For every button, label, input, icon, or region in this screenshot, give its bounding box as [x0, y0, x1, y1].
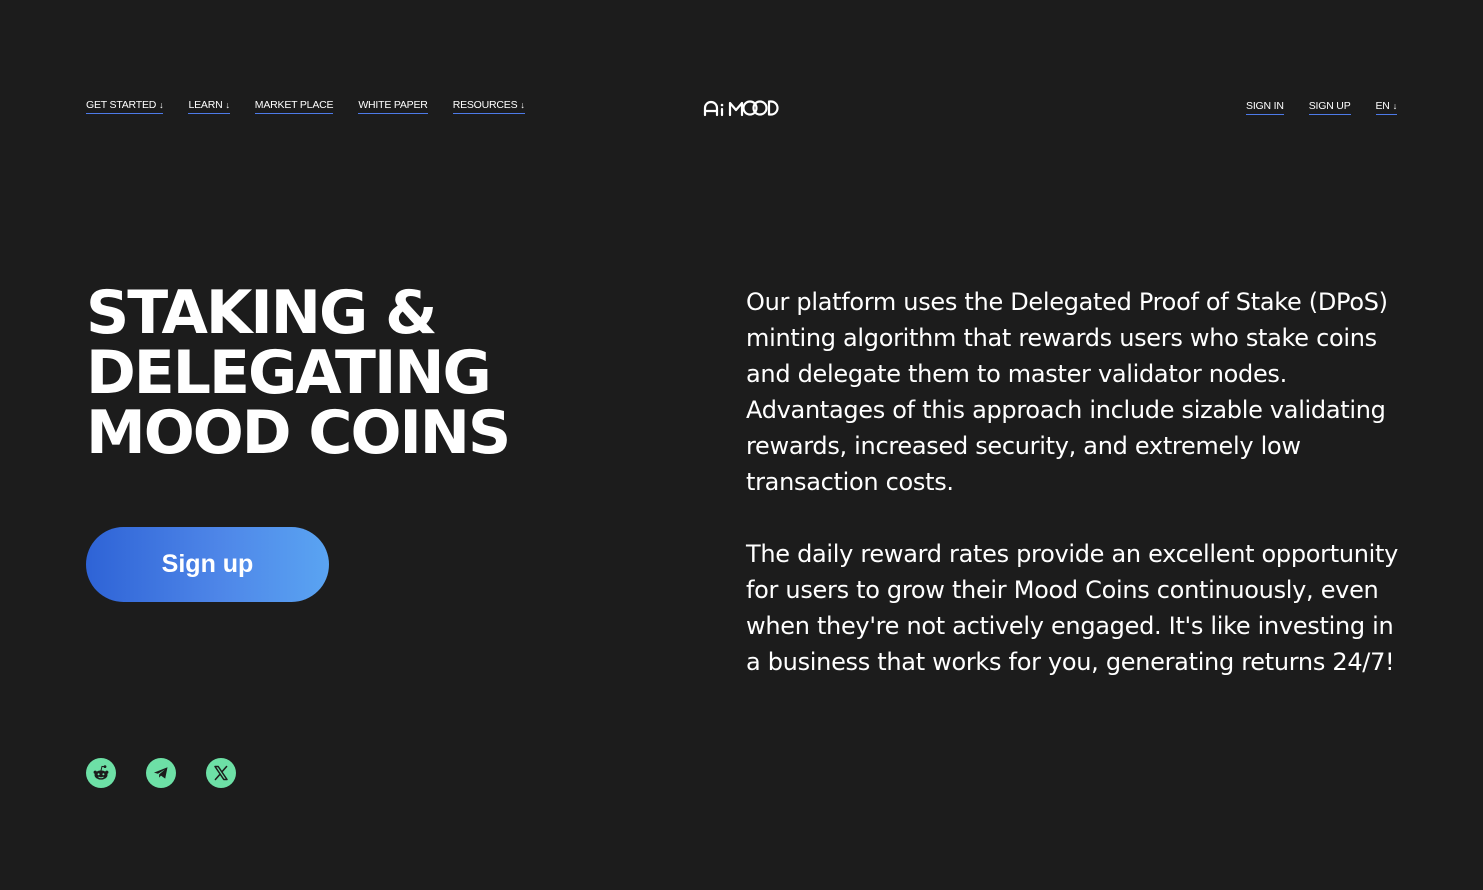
telegram-icon[interactable]	[146, 758, 176, 788]
language-selector[interactable]: EN ↓	[1375, 100, 1398, 115]
description-paragraph-1: Our platform uses the Delegated Proof of…	[746, 288, 1388, 496]
hero-title-line-1: STAKING &	[86, 278, 437, 348]
logo-mark	[703, 100, 779, 117]
reddit-glyph	[93, 765, 109, 780]
nav-white-paper[interactable]: WHITE PAPER	[358, 99, 428, 114]
nav-resources-label: RESOURCES	[452, 99, 518, 111]
nav-get-started[interactable]: GET STARTED ↓	[86, 99, 164, 114]
nav-market-place-label: MARKET PLACE	[254, 99, 334, 111]
aimood-logo[interactable]	[703, 98, 779, 118]
x-glyph	[214, 765, 228, 781]
arrow-down-icon: ↓	[520, 99, 525, 110]
arrow-down-icon: ↓	[159, 99, 164, 110]
arrow-down-icon: ↓	[1392, 100, 1398, 111]
nav-get-started-label: GET STARTED	[86, 99, 157, 111]
page: GET STARTED ↓ LEARN ↓ MARKET PLACE WHITE…	[0, 0, 1483, 890]
description-paragraph-2: The daily reward rates provide an excell…	[746, 540, 1399, 676]
sign-up-link[interactable]: SIGN UP	[1308, 100, 1351, 115]
telegram-glyph	[154, 767, 168, 779]
nav-learn-label: LEARN	[188, 99, 223, 111]
x-twitter-icon[interactable]	[206, 758, 236, 788]
sign-in-link[interactable]: SIGN IN	[1246, 100, 1284, 115]
nav-market-place[interactable]: MARKET PLACE	[254, 99, 334, 114]
language-label: EN	[1375, 100, 1390, 112]
nav-white-paper-label: WHITE PAPER	[358, 99, 428, 111]
nav-learn[interactable]: LEARN ↓	[188, 99, 230, 114]
hero-title-line-2: DELEGATING	[86, 338, 492, 408]
hero-title-line-3: MOOD COINS	[86, 398, 511, 468]
nav-resources[interactable]: RESOURCES ↓	[452, 99, 525, 114]
account-nav: SIGN IN SIGN UP EN ↓	[1221, 100, 1397, 115]
social-links	[86, 758, 266, 788]
reddit-icon[interactable]	[86, 758, 116, 788]
arrow-down-icon: ↓	[225, 99, 230, 110]
hero-title: STAKING & DELEGATING MOOD COINS	[86, 283, 646, 463]
main-nav: GET STARTED ↓ LEARN ↓ MARKET PLACE WHITE…	[86, 99, 550, 114]
sign-up-button[interactable]: Sign up	[86, 527, 329, 602]
hero-description: Our platform uses the Delegated Proof of…	[746, 284, 1406, 680]
